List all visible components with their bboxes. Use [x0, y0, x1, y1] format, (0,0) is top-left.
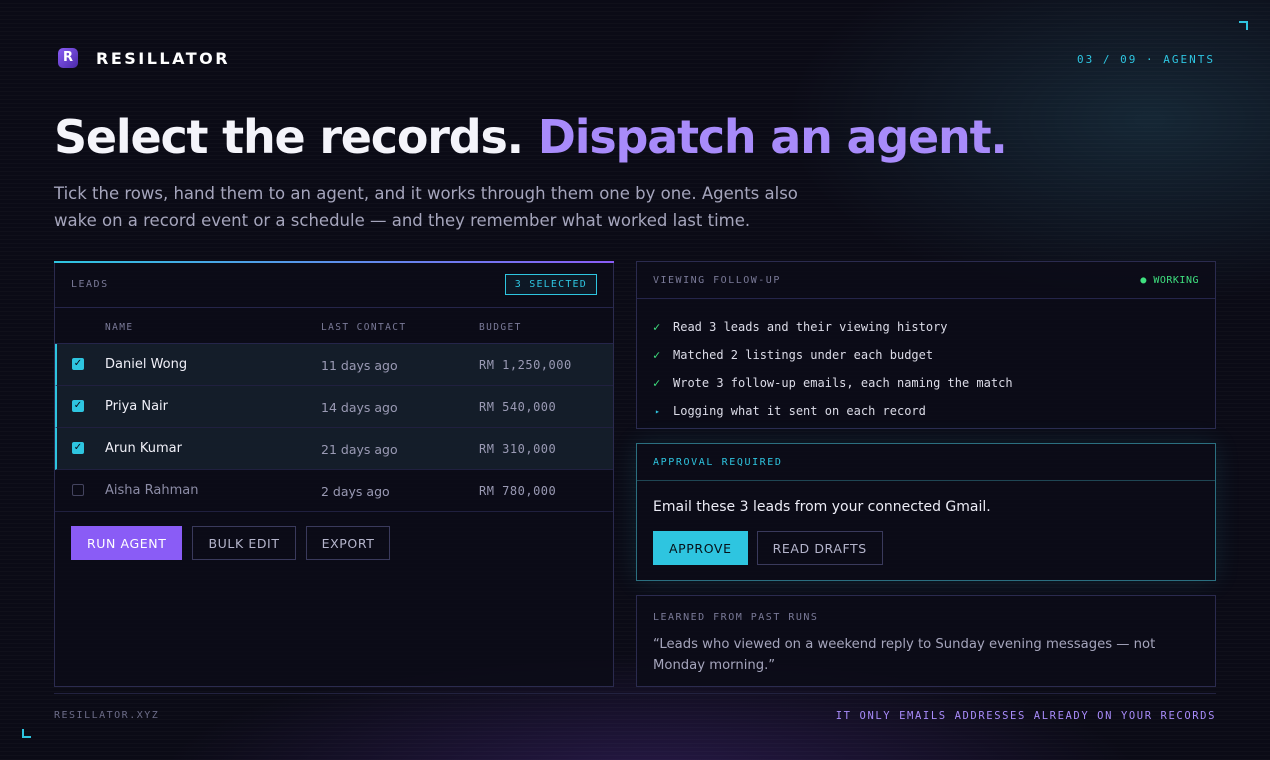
- learned-quote: “Leads who viewed on a weekend reply to …: [653, 637, 1156, 673]
- leads-title: LEADS: [71, 279, 109, 290]
- lead-last-contact: 21 days ago: [321, 442, 398, 457]
- step-text: Read 3 leads and their viewing history: [673, 320, 948, 334]
- list-item: ✓ Matched 2 listings under each budget: [653, 341, 1199, 369]
- learned-title: LEARNED FROM PAST RUNS: [653, 612, 819, 623]
- list-item: ▸ Logging what it sent on each record: [653, 397, 1199, 425]
- lead-name: Daniel Wong: [105, 357, 188, 372]
- table-row[interactable]: ✓ Arun Kumar 21 days ago RM 310,000: [55, 428, 613, 470]
- lead-budget: RM 1,250,000: [479, 358, 572, 372]
- lead-name: Priya Nair: [105, 399, 169, 414]
- corner-bracket-bottom-left: [22, 729, 31, 738]
- logo-icon: R: [58, 48, 78, 68]
- agent-task-panel: VIEWING FOLLOW-UP ● WORKING ✓ Read 3 lea…: [636, 261, 1216, 429]
- lead-budget: RM 540,000: [479, 400, 557, 414]
- leads-column-headers: NAME LAST CONTACT BUDGET: [55, 308, 613, 344]
- lead-last-contact: 11 days ago: [321, 358, 398, 373]
- check-icon: ✓: [653, 320, 661, 334]
- approval-panel: APPROVAL REQUIRED Email these 3 leads fr…: [636, 443, 1216, 581]
- lead-last-contact: 2 days ago: [321, 484, 390, 499]
- corner-bracket-top-right: [1239, 21, 1248, 30]
- leads-header: LEADS 3 SELECTED: [55, 262, 613, 308]
- slide-pager: 03 / 09 · AGENTS: [1077, 53, 1215, 66]
- check-icon: ✓: [653, 348, 661, 362]
- row-checkbox-checked[interactable]: ✓: [72, 442, 84, 454]
- leads-actions: RUN AGENT BULK EDIT EXPORT: [71, 526, 391, 560]
- column-header-name[interactable]: NAME: [105, 322, 133, 333]
- learned-panel: LEARNED FROM PAST RUNS “Leads who viewed…: [636, 595, 1216, 687]
- lead-budget: RM 310,000: [479, 442, 557, 456]
- lead-name: Aisha Rahman: [105, 483, 199, 498]
- lead-last-contact: 14 days ago: [321, 400, 398, 415]
- brand-name: RESILLATOR: [96, 48, 231, 68]
- approval-message: Email these 3 leads from your connected …: [653, 499, 991, 515]
- export-button[interactable]: EXPORT: [305, 526, 391, 560]
- lead-budget: RM 780,000: [479, 484, 557, 498]
- list-item: ✓ Read 3 leads and their viewing history: [653, 313, 1199, 341]
- row-checkbox-checked[interactable]: ✓: [72, 400, 84, 412]
- row-checkbox-checked[interactable]: ✓: [72, 358, 84, 370]
- status-badge: ● WORKING: [1140, 274, 1199, 286]
- column-header-budget[interactable]: BUDGET: [479, 322, 522, 333]
- table-row[interactable]: Aisha Rahman 2 days ago RM 780,000: [55, 470, 613, 512]
- approval-header: APPROVAL REQUIRED: [637, 444, 1215, 481]
- row-checkbox-unchecked[interactable]: [72, 484, 84, 496]
- bulk-edit-button[interactable]: BULK EDIT: [192, 526, 296, 560]
- lede-text: Tick the rows, hand them to an agent, an…: [54, 184, 798, 230]
- task-header: VIEWING FOLLOW-UP ● WORKING: [637, 262, 1215, 299]
- task-steps: ✓ Read 3 leads and their viewing history…: [637, 299, 1215, 425]
- list-item: ✓ Wrote 3 follow-up emails, each naming …: [653, 369, 1199, 397]
- step-text: Matched 2 listings under each budget: [673, 348, 934, 362]
- task-title: VIEWING FOLLOW-UP: [653, 274, 781, 286]
- footer-note: IT ONLY EMAILS ADDRESSES ALREADY ON YOUR…: [835, 710, 1216, 722]
- check-icon: ✓: [653, 376, 661, 390]
- title-part-2: Dispatch an agent.: [537, 110, 1008, 164]
- run-agent-button[interactable]: RUN AGENT: [71, 526, 183, 560]
- step-text: Logging what it sent on each record: [673, 404, 926, 418]
- selected-count-badge: 3 SELECTED: [504, 274, 597, 295]
- table-row[interactable]: ✓ Daniel Wong 11 days ago RM 1,250,000: [55, 344, 613, 386]
- brand: R RESILLATOR: [58, 48, 230, 68]
- lead-name: Arun Kumar: [105, 441, 182, 456]
- approval-actions: APPROVE READ DRAFTS: [653, 531, 883, 565]
- title-part-1: Select the records.: [54, 110, 524, 164]
- read-drafts-button[interactable]: READ DRAFTS: [756, 531, 883, 565]
- leads-panel: LEADS 3 SELECTED NAME LAST CONTACT BUDGE…: [54, 261, 614, 687]
- play-arrow-icon: ▸: [655, 406, 660, 416]
- approve-button[interactable]: APPROVE: [653, 531, 748, 565]
- approval-title: APPROVAL REQUIRED: [653, 456, 783, 468]
- table-row[interactable]: ✓ Priya Nair 14 days ago RM 540,000: [55, 386, 613, 428]
- column-header-last-contact[interactable]: LAST CONTACT: [321, 322, 406, 333]
- footer-site-link[interactable]: RESILLATOR.XYZ: [54, 710, 159, 721]
- footer-divider: [54, 693, 1216, 694]
- page-title: Select the records. Dispatch an agent.: [54, 110, 1008, 164]
- step-text: Wrote 3 follow-up emails, each naming th…: [673, 376, 1013, 390]
